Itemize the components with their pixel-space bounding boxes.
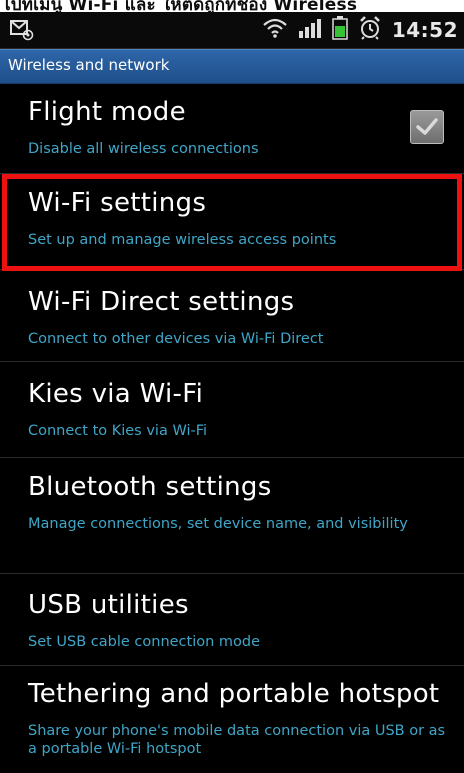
status-icons: 14:52	[262, 16, 458, 44]
battery-icon	[332, 16, 348, 44]
status-bar: 14:52	[0, 12, 464, 49]
setting-summary: Manage connections, set device name, and…	[28, 516, 408, 532]
setting-usb-utilities[interactable]: USB utilities Set USB cable connection m…	[0, 574, 464, 666]
wifi-icon	[262, 17, 288, 43]
setting-title: Kies via Wi-Fi	[28, 379, 204, 409]
setting-summary: Connect to Kies via Wi-Fi	[28, 423, 208, 439]
settings-list: Flight mode Disable all wireless connect…	[0, 83, 464, 773]
setting-summary: Disable all wireless connections	[28, 141, 259, 157]
signal-icon	[298, 17, 322, 43]
setting-bluetooth[interactable]: Bluetooth settings Manage connections, s…	[0, 458, 464, 574]
setting-tethering-hotspot[interactable]: Tethering and portable hotspot Share you…	[0, 666, 464, 773]
setting-wifi-settings[interactable]: Wi-Fi settings Set up and manage wireles…	[0, 174, 464, 270]
check-icon	[416, 118, 438, 135]
setting-title: Flight mode	[28, 97, 186, 127]
setting-wifi-direct[interactable]: Wi-Fi Direct settings Connect to other d…	[0, 270, 464, 362]
category-header: Wireless and network	[0, 49, 464, 84]
setting-title: USB utilities	[28, 590, 189, 620]
status-time: 14:52	[391, 18, 458, 42]
setting-summary: Connect to other devices via Wi-Fi Direc…	[28, 331, 324, 347]
setting-title: Wi-Fi settings	[28, 188, 207, 218]
setting-title: Tethering and portable hotspot	[28, 679, 440, 709]
setting-kies-via-wifi[interactable]: Kies via Wi-Fi Connect to Kies via Wi-Fi	[0, 362, 464, 458]
category-title: Wireless and network	[8, 56, 170, 74]
setting-summary: Set USB cable connection mode	[28, 634, 261, 650]
setting-summary: Share your phone's mobile data connectio…	[28, 723, 446, 757]
setting-title: Wi-Fi Direct settings	[28, 287, 295, 317]
setting-summary: Set up and manage wireless access points	[28, 232, 337, 248]
alarm-icon	[358, 16, 382, 44]
cropped-caption-text: ไปที่เมนู Wi-Fi และ ให้ติดถูกที่ช่อง Wir…	[2, 0, 358, 12]
flight-mode-checkbox[interactable]	[410, 110, 444, 144]
setting-flight-mode[interactable]: Flight mode Disable all wireless connect…	[0, 83, 464, 174]
cropped-caption-strip: ไปที่เมนู Wi-Fi และ ให้ติดถูกที่ช่อง Wir…	[0, 0, 464, 12]
setting-title: Bluetooth settings	[28, 472, 272, 502]
sim-card-icon	[10, 19, 34, 41]
